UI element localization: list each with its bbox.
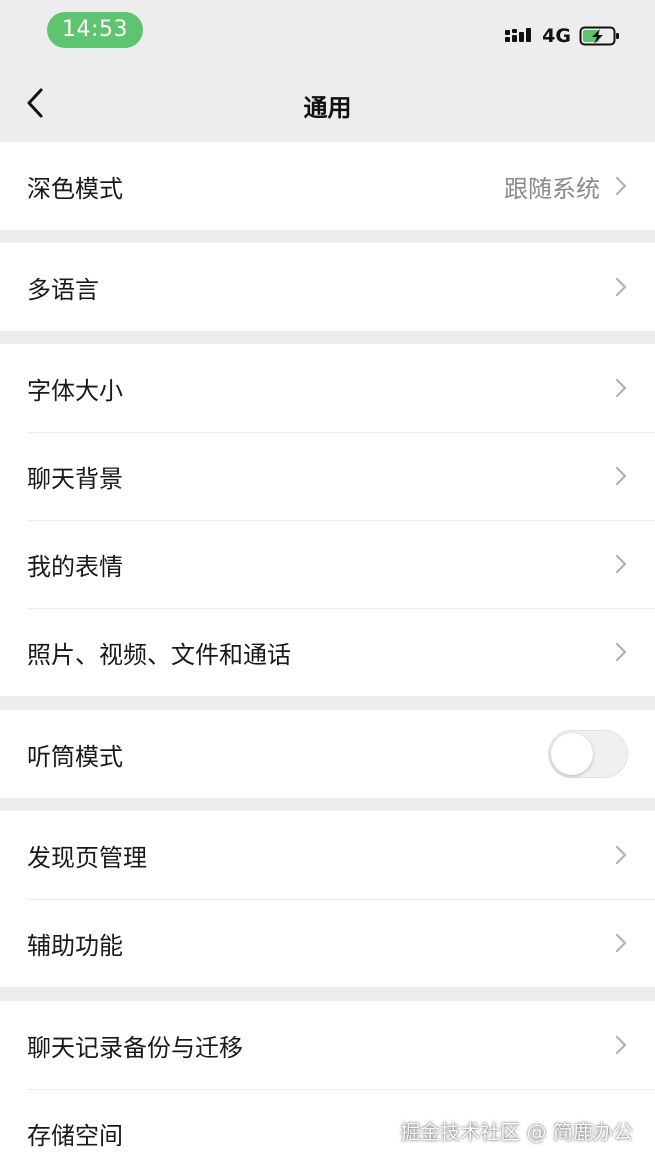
toggle-knob [551,733,593,775]
row-my-stickers[interactable]: 我的表情 [0,520,655,608]
settings-group-discover: 发现页管理 辅助功能 [0,811,655,987]
row-font-size[interactable]: 字体大小 [0,344,655,432]
row-label: 字体大小 [27,376,123,405]
row-earpiece-mode: 听筒模式 [0,710,655,798]
chevron-right-icon [615,933,627,953]
row-label: 聊天记录备份与迁移 [27,1033,243,1062]
chevron-right-icon [615,845,627,865]
row-accessibility[interactable]: 辅助功能 [0,899,655,987]
row-discover-management[interactable]: 发现页管理 [0,811,655,899]
settings-group-language: 多语言 [0,243,655,331]
row-label: 听筒模式 [27,742,123,771]
row-language[interactable]: 多语言 [0,243,655,331]
row-label: 深色模式 [27,174,123,203]
status-icons: 4G [504,22,621,50]
row-chat-backup-migration[interactable]: 聊天记录备份与迁移 [0,1001,655,1089]
row-label: 聊天背景 [27,464,123,493]
row-label: 发现页管理 [27,843,147,872]
chevron-right-icon [615,466,627,486]
settings-group-display: 字体大小 聊天背景 我的表情 照片、视频、文件和通话 [0,344,655,696]
row-media-files-calls[interactable]: 照片、视频、文件和通话 [0,608,655,696]
settings-group-earpiece: 听筒模式 [0,710,655,798]
chevron-right-icon [615,554,627,574]
navigation-bar: 通用 [0,62,655,142]
page-title: 通用 [303,94,352,122]
row-chat-background[interactable]: 聊天背景 [0,432,655,520]
watermark: 掘金技术社区 @ 简鹿办公 [400,1120,633,1144]
status-bar: 14:53 4G [0,0,655,62]
row-label: 我的表情 [27,552,123,581]
network-label: 4G [542,25,571,47]
row-value: 跟随系统 [504,174,600,203]
chevron-right-icon [615,378,627,398]
row-label: 辅助功能 [27,931,123,960]
row-dark-mode[interactable]: 深色模式 跟随系统 [0,142,655,230]
status-time: 14:53 [47,12,143,48]
chevron-right-icon [615,176,627,196]
row-label: 照片、视频、文件和通话 [27,640,291,669]
chevron-right-icon [615,277,627,297]
row-label: 多语言 [27,275,99,304]
battery-charging-icon [579,26,619,46]
earpiece-mode-toggle[interactable] [548,730,628,778]
settings-group-appearance: 深色模式 跟随系统 [0,142,655,230]
chevron-right-icon [615,642,627,662]
chevron-right-icon [615,1035,627,1055]
signal-icon [505,28,532,42]
